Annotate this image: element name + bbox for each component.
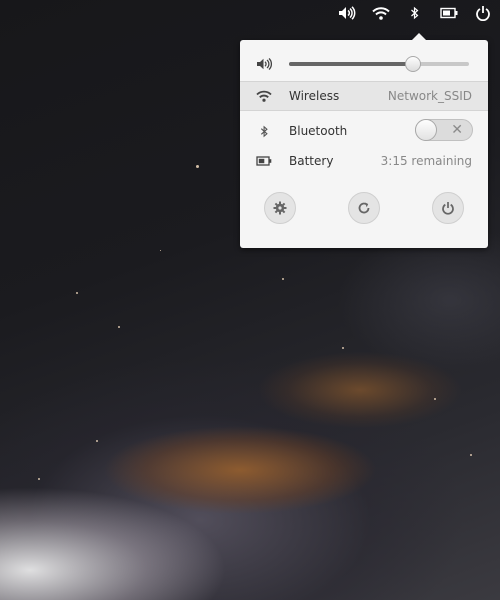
battery-icon [254, 151, 274, 171]
volume-icon [339, 6, 356, 20]
bluetooth-toggle-knob [415, 119, 437, 141]
wireless-network-name: Network_SSID [387, 89, 472, 103]
gear-icon [273, 201, 287, 215]
bluetooth-row: Bluetooth ✕ [240, 116, 488, 146]
toggle-off-icon: ✕ [451, 122, 463, 138]
volume-slider[interactable] [289, 56, 469, 72]
wifi-icon [372, 7, 390, 20]
wireless-label: Wireless [289, 89, 340, 103]
wireless-row[interactable]: Wireless Network_SSID [240, 81, 488, 111]
settings-button[interactable] [264, 192, 296, 224]
battery-time-remaining: 3:15 remaining [380, 154, 472, 168]
restart-button[interactable] [348, 192, 380, 224]
bluetooth-toggle[interactable]: ✕ [415, 119, 473, 141]
power-icon [476, 6, 490, 21]
battery-icon [440, 7, 458, 19]
battery-label: Battery [289, 154, 334, 168]
bluetooth-indicator[interactable] [398, 0, 432, 26]
popover-arrow [412, 33, 426, 40]
battery-indicator[interactable] [432, 0, 466, 26]
system-menu-popover: Wireless Network_SSID Bluetooth ✕ Batter… [240, 33, 488, 248]
wifi-indicator[interactable] [364, 0, 398, 26]
bluetooth-icon [254, 121, 274, 141]
bluetooth-label: Bluetooth [289, 124, 348, 138]
bluetooth-icon [411, 6, 419, 20]
battery-row: Battery 3:15 remaining [240, 146, 488, 176]
refresh-icon [358, 202, 370, 214]
shutdown-button[interactable] [432, 192, 464, 224]
volume-slider-handle[interactable] [405, 56, 422, 72]
panel-indicators [330, 0, 500, 26]
volume-indicator[interactable] [330, 0, 364, 26]
volume-icon [254, 54, 274, 74]
power-icon [442, 202, 454, 215]
volume-slider-fill [289, 62, 414, 66]
volume-row [240, 48, 488, 80]
power-indicator[interactable] [466, 0, 500, 26]
wifi-icon [254, 86, 274, 106]
